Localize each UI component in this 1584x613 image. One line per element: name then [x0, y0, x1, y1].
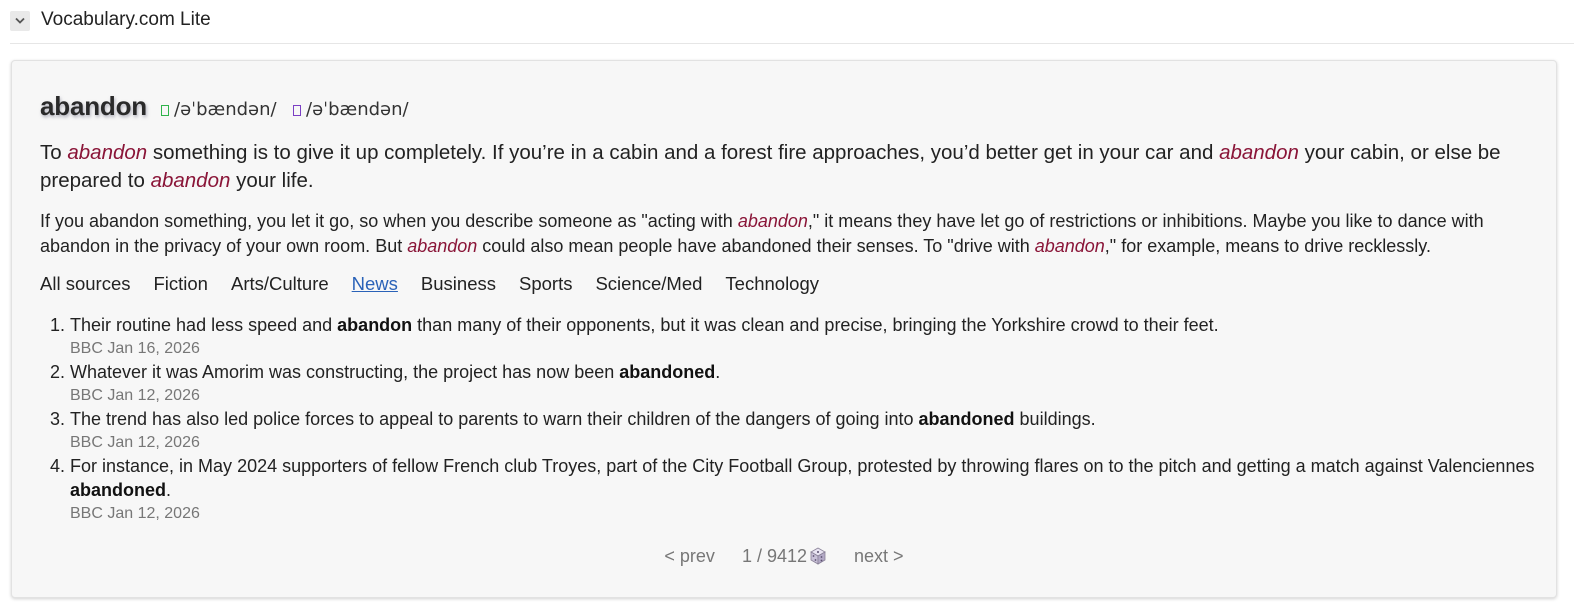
- short-definition: To abandon something is to give it up co…: [40, 139, 1520, 195]
- example-sentence: The trend has also led police forces to …: [70, 407, 1540, 431]
- tab-all-sources[interactable]: All sources: [40, 273, 130, 299]
- example-keyword: abandoned: [70, 480, 167, 500]
- speaker-uk-icon[interactable]: [293, 105, 301, 116]
- example-text: than many of their opponents, but it was…: [412, 315, 1219, 335]
- source-tabs: All sources Fiction Arts/Culture News Bu…: [40, 273, 842, 299]
- example-text: The trend has also led police forces to …: [70, 409, 919, 429]
- example-source: BBC Jan 12, 2026: [70, 387, 200, 404]
- example-item: 3. The trend has also led police forces …: [40, 407, 1540, 454]
- prev-button[interactable]: < prev: [664, 546, 715, 567]
- example-number: 2.: [50, 362, 66, 382]
- example-keyword: abandoned: [619, 362, 716, 382]
- example-sentences: 1. Their routine had less speed and aban…: [40, 313, 1540, 525]
- short-def-text: your life.: [230, 169, 314, 192]
- highlighted-word: abandon: [150, 169, 231, 192]
- tab-fiction[interactable]: Fiction: [153, 273, 208, 299]
- example-keyword: abandoned: [918, 409, 1015, 429]
- highlighted-word: abandon: [737, 211, 808, 231]
- example-source: BBC Jan 12, 2026: [70, 505, 200, 522]
- long-definition: If you abandon something, you let it go,…: [40, 209, 1530, 259]
- pronunciation-us[interactable]: /əˈbændən/: [161, 99, 277, 120]
- chevron-down-icon: [15, 17, 25, 24]
- example-item: 4. For instance, in May 2024 supporters …: [40, 454, 1540, 525]
- example-source: BBC Jan 16, 2026: [70, 340, 200, 357]
- example-number: 4.: [50, 456, 66, 476]
- next-button[interactable]: next >: [854, 546, 904, 567]
- pronunciation-uk-text: /əˈbændən/: [306, 99, 409, 120]
- example-source: BBC Jan 12, 2026: [70, 434, 200, 451]
- pagination: < prev 1 / 9412 next >: [12, 546, 1556, 567]
- tab-technology[interactable]: Technology: [725, 273, 819, 299]
- header-title: Vocabulary.com Lite: [41, 9, 211, 30]
- example-text: Their routine had less speed and: [70, 315, 338, 335]
- highlighted-word: abandon: [67, 141, 148, 164]
- highlighted-word: abandon: [1034, 236, 1105, 256]
- long-def-text: ," for example, means to drive recklessl…: [1104, 236, 1431, 256]
- tab-sports[interactable]: Sports: [519, 273, 572, 299]
- speaker-us-icon[interactable]: [161, 105, 169, 116]
- example-text: For instance, in May 2024 supporters of …: [70, 456, 1535, 476]
- pronunciation-us-text: /əˈbændən/: [174, 99, 277, 120]
- example-item: 1. Their routine had less speed and aban…: [40, 313, 1540, 360]
- long-def-text: If you abandon something, you let it go,…: [40, 211, 738, 231]
- pronunciation-uk[interactable]: /əˈbændən/: [293, 99, 409, 120]
- definition-card: abandon /əˈbændən/ /əˈbændən/ To abandon…: [11, 60, 1557, 598]
- example-sentence: Whatever it was Amorim was constructing,…: [70, 360, 1540, 384]
- tab-science-med[interactable]: Science/Med: [595, 273, 702, 299]
- example-sentence: Their routine had less speed and abandon…: [70, 313, 1540, 337]
- tab-news[interactable]: News: [352, 273, 398, 299]
- page-count: 1 / 9412: [741, 546, 808, 566]
- headword: abandon: [40, 91, 147, 121]
- extension-header: Vocabulary.com Lite: [10, 0, 1574, 44]
- example-keyword: abandon: [337, 315, 413, 335]
- example-sentence: For instance, in May 2024 supporters of …: [70, 454, 1540, 502]
- short-def-text: To: [40, 141, 68, 164]
- example-item: 2. Whatever it was Amorim was constructi…: [40, 360, 1540, 407]
- page-indicator: 1 / 9412: [742, 546, 827, 567]
- tab-arts-culture[interactable]: Arts/Culture: [231, 273, 329, 299]
- example-text: buildings.: [1014, 409, 1096, 429]
- example-text: Whatever it was Amorim was constructing,…: [70, 362, 620, 382]
- example-text: .: [166, 480, 172, 500]
- dice-icon[interactable]: [809, 547, 827, 565]
- example-text: .: [715, 362, 721, 382]
- highlighted-word: abandon: [1219, 141, 1299, 164]
- tab-business[interactable]: Business: [421, 273, 496, 299]
- long-def-text: could also mean people have abandoned th…: [477, 236, 1035, 256]
- example-number: 3.: [50, 409, 66, 429]
- highlighted-word: abandon: [407, 236, 478, 256]
- collapse-button[interactable]: [10, 11, 30, 31]
- example-number: 1.: [50, 315, 66, 335]
- short-def-text: something is to give it up completely. I…: [147, 141, 1220, 164]
